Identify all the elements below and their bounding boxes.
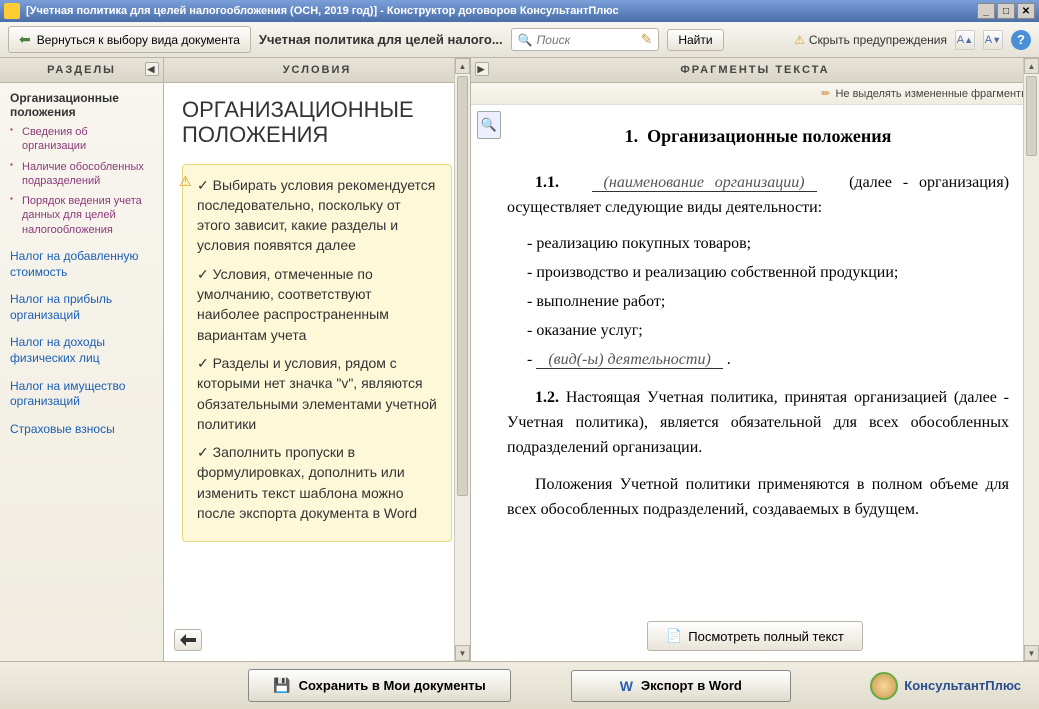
back-label: Вернуться к выбору вида документа xyxy=(37,33,240,47)
fragment-p11: 1.1. (наименование организации) (далее -… xyxy=(507,171,1009,221)
tip-item: ✓ Условия, отмеченные по умолчанию, соот… xyxy=(197,264,437,345)
conditions-back-button[interactable] xyxy=(174,629,202,651)
warning-triangle-icon: ⚠ xyxy=(179,171,192,191)
scroll-up-icon[interactable]: ▲ xyxy=(455,58,470,74)
search-icon: 🔍 xyxy=(518,33,533,47)
titlebar: [Учетная политика для целей налогообложе… xyxy=(0,0,1039,22)
search-input[interactable] xyxy=(537,33,637,47)
sidebar-link[interactable]: Налог на добавленную стоимость xyxy=(1,249,153,280)
list-item: - выполнение работ; xyxy=(527,290,1009,315)
sidebar-link[interactable]: Налог на имущество организаций xyxy=(1,379,153,410)
close-button[interactable]: ✕ xyxy=(1017,3,1035,19)
tip-item: ✓ Заполнить пропуски в формулировках, до… xyxy=(197,442,437,523)
scroll-thumb[interactable] xyxy=(1026,76,1037,156)
brand-logo: КонсультантПлюс xyxy=(870,672,1021,700)
fragment-p-future: Положения Учетной политики применяются в… xyxy=(507,473,1009,523)
fragments-body: 🔍 1. Организационные положения 1.1. (наи… xyxy=(471,105,1039,613)
blank-field: (вид(-ы) деятельности) xyxy=(536,351,722,369)
save-button[interactable]: 💾 Сохранить в Мои документы xyxy=(248,669,511,702)
fragment-heading: 1. Организационные положения xyxy=(507,123,1009,151)
toolbar: ⬅ Вернуться к выбору вида документа Учет… xyxy=(0,22,1039,58)
document-preview-icon[interactable]: 🔍 xyxy=(477,111,501,139)
arrow-left-icon: ⬅ xyxy=(19,31,31,48)
bottom-bar: 💾 Сохранить в Мои документы W Экспорт в … xyxy=(0,661,1039,709)
view-full-text-button[interactable]: 📄 Посмотреть полный текст xyxy=(647,621,863,651)
warning-icon: ⚠ xyxy=(794,33,805,47)
font-increase-button[interactable]: A▲ xyxy=(955,30,975,50)
fragments-scrollbar[interactable]: ▲ ▼ xyxy=(1023,58,1039,661)
expand-fragments-icon[interactable]: ▶ xyxy=(475,62,489,76)
sidebar-subitem[interactable]: Порядок ведения учета данных для целей н… xyxy=(10,194,153,237)
export-word-button[interactable]: W Экспорт в Word xyxy=(571,670,791,702)
document-icon: 📄 xyxy=(666,628,682,644)
hide-warnings-toggle[interactable]: ⚠ Скрыть предупреждения xyxy=(794,33,947,47)
conditions-header: УСЛОВИЯ xyxy=(164,58,470,83)
fragments-header: ▶ ФРАГМЕНТЫ ТЕКСТА xyxy=(471,58,1039,83)
maximize-button[interactable]: □ xyxy=(997,3,1015,19)
tip-item: ✓ Выбирать условия рекомендуется последо… xyxy=(197,175,437,256)
list-item-blank: - (вид(-ы) деятельности) . xyxy=(527,348,1009,373)
conditions-title: ОРГАНИЗАЦИОННЫЕ ПОЛОЖЕНИЯ xyxy=(182,97,452,148)
sidebar-link[interactable]: Налог на прибыль организаций xyxy=(1,292,153,323)
app-icon xyxy=(4,3,20,19)
pencil-icon: ✏ xyxy=(821,88,830,100)
clear-icon[interactable]: ✎ xyxy=(641,31,653,48)
main-area: РАЗДЕЛЫ ◀ Организационные положения Свед… xyxy=(0,58,1039,661)
fragment-list: - реализацию покупных товаров; - произво… xyxy=(527,232,1009,372)
minimize-button[interactable]: _ xyxy=(977,3,995,19)
window-title: [Учетная политика для целей налогообложе… xyxy=(26,5,977,17)
collapse-sidebar-icon[interactable]: ◀ xyxy=(145,62,159,76)
tip-item: ✓ Разделы и условия, рядом с которыми не… xyxy=(197,353,437,434)
fragments-subbar[interactable]: ✏ Не выделять измененные фрагменты xyxy=(471,83,1039,105)
sidebar-subitem[interactable]: Сведения об организации xyxy=(10,125,153,154)
fragments-panel: ▶ ФРАГМЕНТЫ ТЕКСТА ✏ Не выделять изменен… xyxy=(471,58,1039,661)
conditions-panel: УСЛОВИЯ ОРГАНИЗАЦИОННЫЕ ПОЛОЖЕНИЯ ⚠ ✓ Вы… xyxy=(164,58,471,661)
list-item: - производство и реализацию собственной … xyxy=(527,261,1009,286)
back-button[interactable]: ⬅ Вернуться к выбору вида документа xyxy=(8,26,251,53)
tip-box: ⚠ ✓ Выбирать условия рекомендуется после… xyxy=(182,164,452,543)
hide-warn-label: Скрыть предупреждения xyxy=(809,33,947,47)
font-decrease-button[interactable]: A▼ xyxy=(983,30,1003,50)
save-icon: 💾 xyxy=(273,677,290,694)
fragment-p12: 1.2. Настоящая Учетная политика, принята… xyxy=(507,386,1009,460)
list-item: - оказание услуг; xyxy=(527,319,1009,344)
scroll-thumb[interactable] xyxy=(457,76,468,496)
scroll-down-icon[interactable]: ▼ xyxy=(455,645,470,661)
find-button[interactable]: Найти xyxy=(667,29,723,51)
list-item: - реализацию покупных товаров; xyxy=(527,232,1009,257)
sidebar-header: РАЗДЕЛЫ ◀ xyxy=(0,58,163,83)
document-title: Учетная политика для целей налого... xyxy=(259,32,503,47)
sidebar-subitem[interactable]: Наличие обособленных подразделений xyxy=(10,160,153,189)
sidebar: РАЗДЕЛЫ ◀ Организационные положения Свед… xyxy=(0,58,164,661)
conditions-scrollbar[interactable]: ▲ ▼ xyxy=(454,58,470,661)
brand-face-icon xyxy=(870,672,898,700)
help-button[interactable]: ? xyxy=(1011,30,1031,50)
sidebar-link[interactable]: Страховые взносы xyxy=(1,422,153,438)
search-box[interactable]: 🔍 ✎ xyxy=(511,28,660,51)
scroll-up-icon[interactable]: ▲ xyxy=(1024,58,1039,74)
blank-field: (наименование организации) xyxy=(592,174,817,192)
scroll-down-icon[interactable]: ▼ xyxy=(1024,645,1039,661)
sidebar-link[interactable]: Налог на доходы физических лиц xyxy=(1,335,153,366)
sidebar-section-active[interactable]: Организационные положения xyxy=(10,91,153,119)
word-icon: W xyxy=(620,678,633,694)
